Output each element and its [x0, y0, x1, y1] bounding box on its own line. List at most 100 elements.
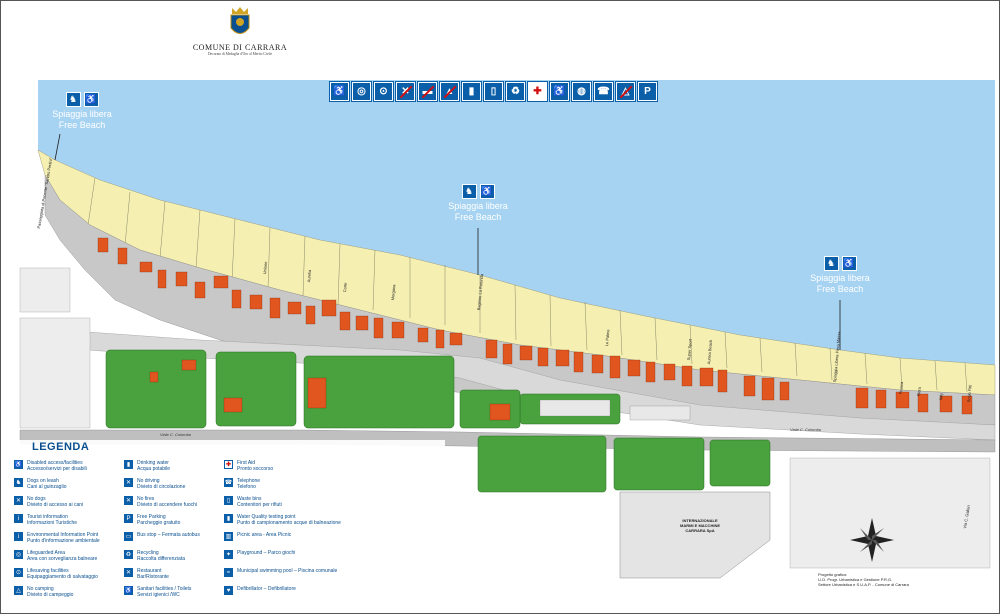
wheelchair-icon[interactable]: ♿ — [329, 81, 350, 102]
legend-item-it: Contenitori per rifiuti — [237, 502, 282, 508]
legend-item-it: Area con sorveglianza balneare — [27, 556, 98, 562]
legend-item: ♿ Sanitari facilities / Toilets Servizi ig… — [124, 586, 219, 598]
legend-item-text: First Aid Pronto soccorso — [237, 460, 273, 472]
street-viale-colombo-east: Viale C. Colombo — [790, 427, 822, 432]
parking-icon: P — [124, 514, 133, 523]
legend-item-it: Parcheggio gratuito — [137, 520, 181, 526]
legend-item-en: Picnic area - Area Picnic — [237, 532, 292, 538]
drinking-water-icon[interactable]: ▮ — [461, 81, 482, 102]
beach-name: Italy — [938, 392, 944, 401]
legend-item-it: Cani al guinzaglio — [27, 484, 67, 490]
legend-item: ✚ First Aid Pronto soccorso — [224, 460, 434, 472]
legend-item: ✕ No driving Divieto di circolazione — [124, 478, 219, 490]
swimming-pool-icon: ≈ — [224, 568, 233, 577]
map-legend: LEGENDA ♿ Disabled access/facilities Acces… — [10, 440, 445, 608]
legend-item-it: Informazioni Turistiche — [27, 520, 78, 526]
water-quality-icon: ▮ — [224, 514, 233, 523]
environment-info-icon: i — [14, 532, 23, 541]
bus-stop-icon: ▭ — [124, 532, 133, 541]
free-beach-title: Spiaggia libera — [52, 109, 112, 119]
no-fires-icon[interactable]: ▲ — [439, 81, 460, 102]
wheelchair-icon: ♿ — [14, 460, 23, 469]
legend-item: i Environmental Information Point Punto d'… — [14, 532, 119, 544]
no-camping-icon: △ — [14, 586, 23, 595]
legend-item-text: Tourist information Informazioni Turistic… — [27, 514, 77, 526]
legend-item: ✕ No dogs Divieto di accesso ai cani — [14, 496, 119, 508]
first-aid-icon[interactable]: ✚ — [527, 81, 548, 102]
town-name: COMUNE DI CARRARA — [192, 43, 288, 52]
legend-item: ▮ Water Quality testing point Punto di cam… — [224, 514, 434, 526]
telephone-icon[interactable]: ☎ — [593, 81, 614, 102]
service-icon-strip: ♿ ◎ ⊙ ✕ ▬ ▲ ▮ ▯ ♻ ✚ ♿ ◍ ☎ △ P — [329, 81, 658, 102]
dog-icon: ♞ — [14, 478, 23, 487]
parking-icon[interactable]: P — [637, 81, 658, 102]
credits: Progetto grafico: U.O. Progr. Urbanistic… — [818, 572, 968, 587]
showers-icon[interactable]: ◍ — [571, 81, 592, 102]
free-beach-subtitle: Free Beach — [454, 212, 502, 222]
legend-item: △ No camping Divieto di campeggio — [14, 586, 119, 598]
waste-bin-icon[interactable]: ▯ — [483, 81, 504, 102]
free-beach-label-east[interactable]: ♞ ♿ Spiaggia libera Free Beach — [800, 256, 880, 295]
legend-item: ▥ Picnic area - Area Picnic — [224, 532, 434, 541]
no-driving-icon[interactable]: ▬ — [417, 81, 438, 102]
town-motto: Decorato di Medaglia d'Oro al Merito Civ… — [207, 52, 273, 56]
legend-item-it: Raccolta differenziata — [137, 556, 185, 562]
no-dogs-icon[interactable]: ✕ — [395, 81, 416, 102]
legend-item-en: Bus stop – Fermata autobus — [137, 532, 200, 538]
toilets-icon: ♿ — [479, 184, 495, 199]
legend-item-text: Dogs on leash Cani al guinzaglio — [27, 478, 66, 490]
legend-item-text: Water Quality testing point Punto di camp… — [237, 514, 341, 526]
legend-item-it: Punto d'informazione ambientale — [27, 538, 100, 544]
no-camping-icon[interactable]: △ — [615, 81, 636, 102]
legend-title: LEGENDA — [32, 441, 90, 453]
legend-item: ✦ Playground – Parco giochi — [224, 550, 434, 559]
defibrillator-icon: ♥ — [224, 586, 233, 595]
toilets-icon[interactable]: ♿ — [549, 81, 570, 102]
legend-item-it: Servizi igienici /WC — [137, 592, 180, 598]
lifebuoy-icon[interactable]: ⊙ — [373, 81, 394, 102]
legend-item: ♿ Disabled access/facilities Accesso/servi… — [14, 460, 119, 472]
lifebuoy-icon: ⊙ — [14, 568, 23, 577]
free-beach-label-west[interactable]: ♞ ♿ Spiaggia libera Free Beach — [42, 92, 122, 131]
legend-item-text: Municipal swimming pool – Piscina comuna… — [237, 568, 337, 574]
industrial-area — [619, 491, 771, 579]
legend-item: P Free Parking Parcheggio gratuito — [124, 514, 219, 526]
free-beach-subtitle: Free Beach — [58, 120, 106, 130]
legend-item-it: Bar/Ristorante — [137, 574, 169, 580]
legend-item-text: Picnic area - Area Picnic — [237, 532, 291, 538]
legend-item: ≈ Municipal swimming pool – Piscina comun… — [224, 568, 434, 577]
no-driving-icon: ✕ — [124, 478, 133, 487]
legend-item: ◎ Lifeguarded Area Area con sorveglianza b… — [14, 550, 119, 562]
legend-item: ✕ No fires Divieto di accendere fuochi — [124, 496, 219, 508]
free-beach-label-center[interactable]: ♞ ♿ Spiaggia libera Free Beach — [438, 184, 518, 223]
beach-name: Corte — [342, 282, 348, 293]
dog-icon: ♞ — [823, 256, 839, 271]
legend-item-it: Punto di campionamento acque di balneazi… — [237, 520, 341, 526]
legend-item-it: Acqua potabile — [137, 466, 171, 472]
free-beach-title: Spiaggia libera — [810, 273, 870, 283]
legend-item-text: No fires Divieto di accendere fuochi — [137, 496, 197, 508]
legend-item-text: Restaurant Bar/Ristorante — [137, 568, 169, 580]
legend-item-it: Telefono — [237, 484, 256, 490]
drinking-water-icon: ▮ — [124, 460, 133, 469]
no-fires-icon: ✕ — [124, 496, 133, 505]
legend-item: ♥ Defibrillator – Defibrillatore — [224, 586, 434, 595]
free-beach-title: Spiaggia libera — [448, 201, 508, 211]
legend-item: ▯ Waste bins Contenitori per rifiuti — [224, 496, 434, 508]
crest-icon — [228, 6, 252, 40]
legend-item-it: Pronto soccorso — [237, 466, 274, 472]
legend-item-text: No driving Divieto di circolazione — [137, 478, 185, 490]
legend-item-text: Environmental Information Point Punto d'i… — [27, 532, 100, 544]
municipality-header: COMUNE DI CARRARA Decorato di Medaglia d… — [175, 6, 305, 56]
recycling-icon[interactable]: ♻ — [505, 81, 526, 102]
legend-item: ⊙ Lifesaving facilities Equipaggiamento di… — [14, 568, 119, 580]
lifeguard-icon[interactable]: ◎ — [351, 81, 372, 102]
legend-item-it: Divieto di circolazione — [137, 484, 186, 490]
legend-item-it: Divieto di campeggio — [27, 592, 74, 598]
legend-item: ☎ Telephone Telefono — [224, 478, 434, 490]
industrial-label: INTERNAZIONALE MARMI E MACCHINE CARRARA … — [655, 518, 745, 533]
legend-item-text: Disabled access/facilities Accesso/serviz… — [27, 460, 87, 472]
legend-item: ✕ Restaurant Bar/Ristorante — [124, 568, 219, 580]
legend-item-it: Divieto di accesso ai cani — [27, 502, 84, 508]
legend-item: ♻ Recycling Raccolta differenziata — [124, 550, 219, 562]
